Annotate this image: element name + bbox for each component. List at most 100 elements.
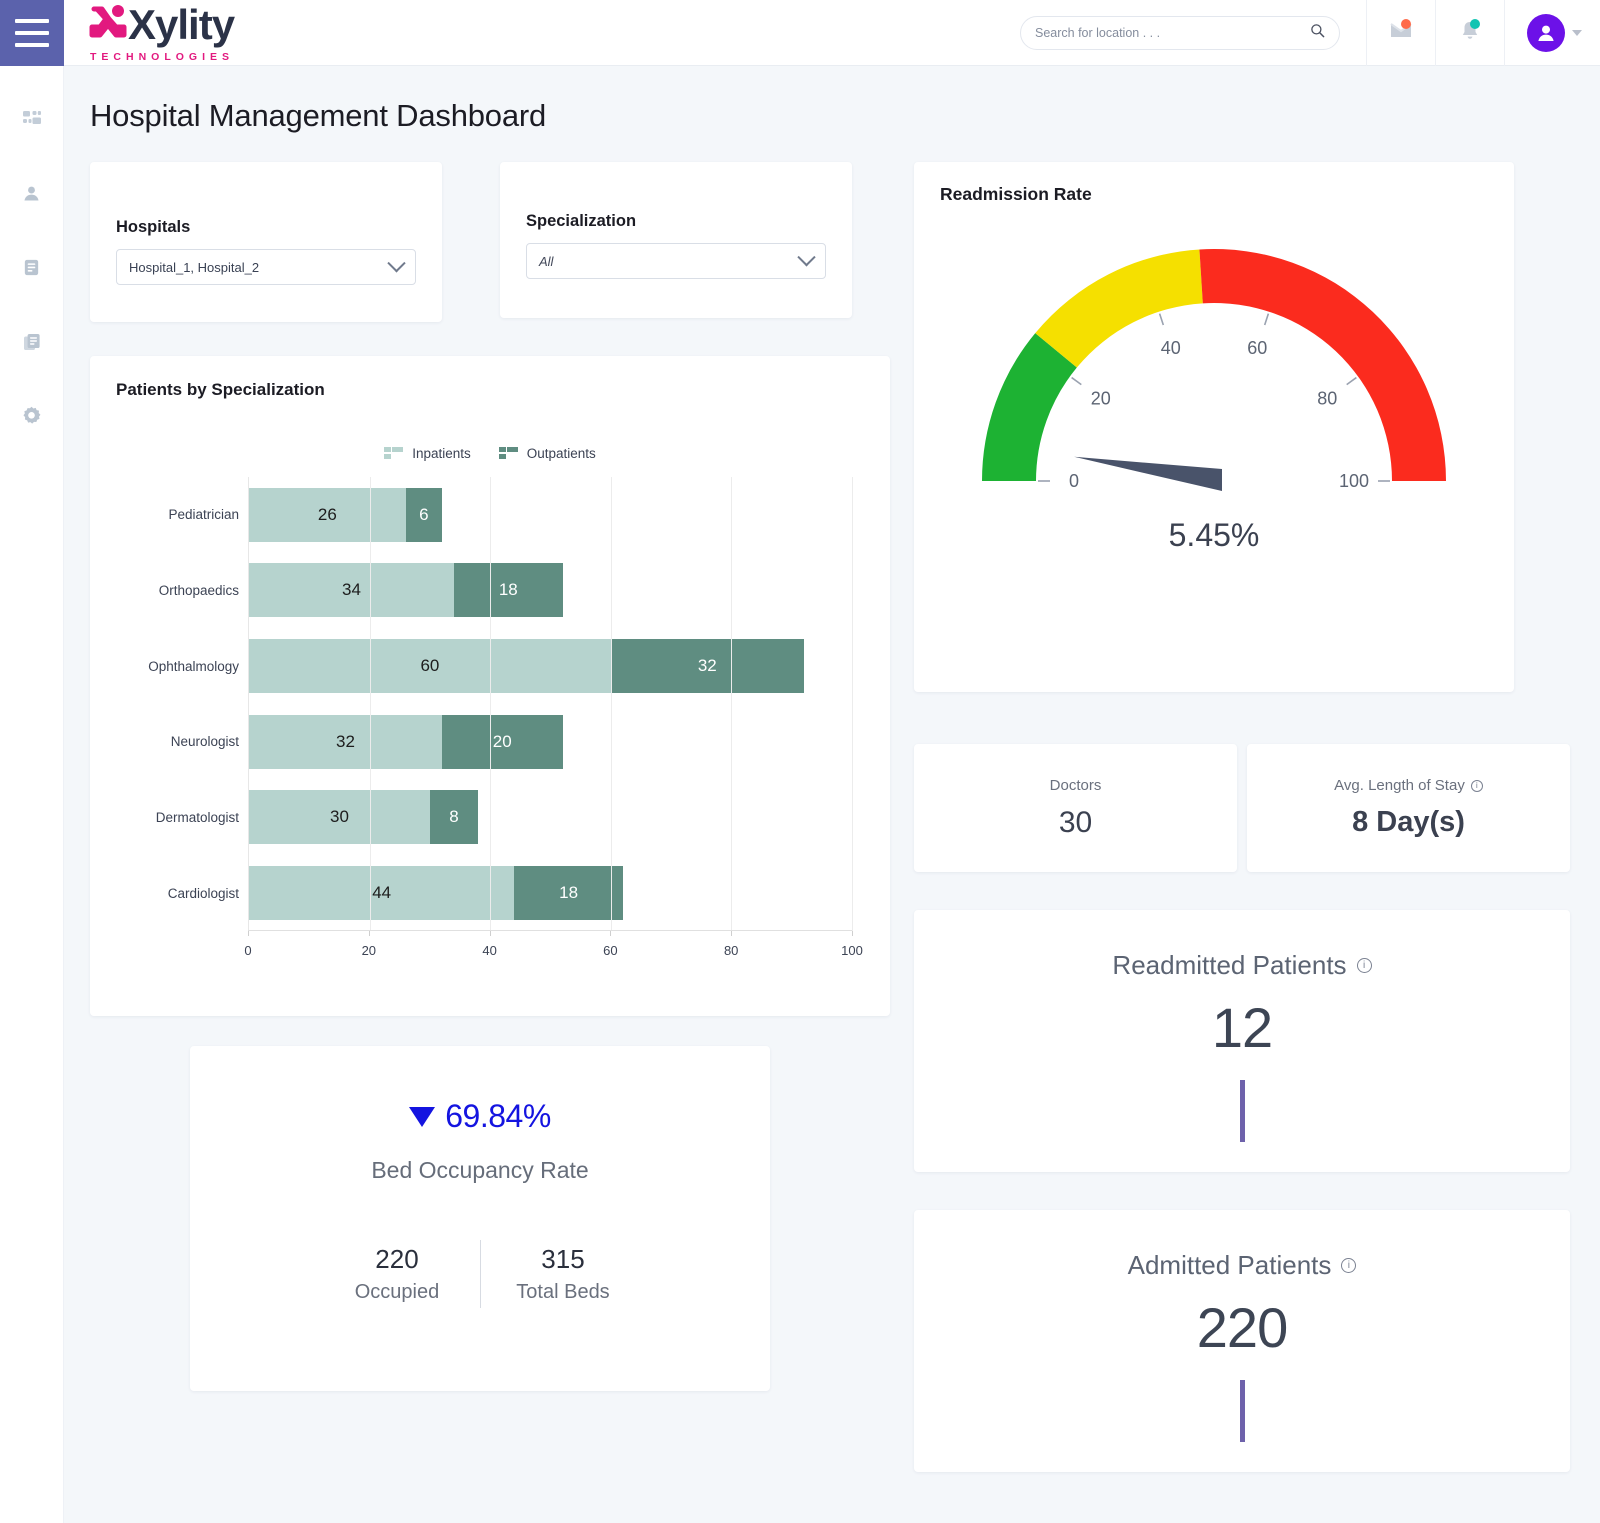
legend-label: Inpatients	[412, 446, 471, 461]
hamburger-line	[15, 42, 49, 47]
sidebar-item-dashboard[interactable]	[16, 106, 48, 138]
page-title: Hospital Management Dashboard	[90, 98, 547, 133]
legend-item[interactable]: Outpatients	[498, 446, 596, 461]
legend-label: Outpatients	[526, 446, 596, 461]
chart-title: Patients by Specialization	[116, 380, 325, 399]
x-axis-line	[248, 930, 852, 931]
bar-category-label: Orthopaedics	[158, 582, 239, 598]
admitted-patients-title: Admitted Patients	[1127, 1250, 1332, 1280]
bar-segment[interactable]: 44	[249, 866, 515, 921]
specialization-select[interactable]: All	[526, 243, 826, 279]
gridline	[369, 477, 371, 931]
gauge-needle	[1074, 456, 1222, 491]
hospitals-select-value: Hospital_1, Hospital_2	[129, 259, 260, 275]
person-icon	[22, 184, 41, 208]
chart-legend: Inpatients Outpatients	[116, 446, 864, 461]
bar-segment[interactable]: 18	[514, 866, 623, 921]
bar-row[interactable]: Pediatrician 26 6	[168, 487, 852, 542]
bar-row[interactable]: Orthopaedics 34 18	[159, 563, 852, 618]
bed-occupied-label: Occupied	[354, 1281, 440, 1303]
gridline	[731, 477, 733, 931]
sidebar-item-users[interactable]	[16, 180, 48, 212]
mail-badge	[1401, 18, 1411, 29]
x-tick-mark	[731, 931, 733, 936]
notification-badge	[1470, 18, 1480, 29]
gridline	[490, 477, 492, 931]
gauge-tick-label: 40	[1161, 338, 1181, 358]
bar-segment[interactable]: 18	[454, 563, 563, 618]
legend-item[interactable]: Inpatients	[384, 446, 471, 461]
specialization-select-value: All	[539, 253, 554, 269]
bar-segment[interactable]: 26	[249, 487, 406, 542]
page-content: Hospital Management Dashboard Hospitals …	[64, 66, 1600, 1523]
x-tick-label: 100	[841, 943, 863, 958]
hospitals-select[interactable]: Hospital_1, Hospital_2	[116, 249, 416, 285]
chevron-down-icon[interactable]	[797, 247, 816, 266]
bar-rows: Pediatrician 26 6 Orthopaedics 34 18 Ophthalmo…	[148, 477, 852, 931]
bar-segment[interactable]: 60	[249, 639, 611, 694]
sidebar-item-reports[interactable]	[16, 254, 48, 286]
mail-button[interactable]	[1367, 0, 1435, 66]
bar-row[interactable]: Dermatologist 30 8	[156, 790, 852, 845]
chevron-down-icon[interactable]	[1572, 29, 1582, 36]
x-tick-label: 60	[603, 943, 618, 958]
dashboard-grid: Hospitals Hospital_1, Hospital_2 Special…	[90, 162, 1570, 1472]
bar-segment[interactable]: 8	[429, 790, 479, 845]
bar-segment[interactable]: 6	[405, 487, 442, 542]
bar-segment[interactable]: 32	[249, 714, 442, 769]
bar-row[interactable]: Neurologist 32 20	[171, 714, 852, 769]
hamburger-menu-icon[interactable]	[0, 0, 64, 66]
right-column: Readmission Rate 0 20 40 60 80 100 5.45% Doct…	[914, 162, 1570, 1472]
search-box[interactable]	[1020, 15, 1340, 50]
filters-row: Hospitals Hospital_1, Hospital_2 Special…	[90, 162, 890, 322]
bar-segment[interactable]: 34	[249, 563, 455, 618]
avg-length-of-stay-label-row: Avg. Length of Stay i	[1334, 777, 1483, 794]
x-tick-label: 0	[244, 943, 252, 958]
bar-segment[interactable]: 20	[441, 714, 563, 769]
gauge-tick-mark	[1263, 313, 1270, 326]
bar-category-label: Pediatrician	[168, 507, 239, 523]
x-tick-mark	[610, 931, 612, 936]
gear-icon	[22, 406, 41, 430]
gauge-tick-label: 20	[1091, 389, 1111, 409]
readmission-rate-title: Readmission Rate	[940, 184, 1092, 204]
bar-row[interactable]: Cardiologist 44 18	[168, 866, 852, 921]
user-menu[interactable]	[1505, 13, 1600, 52]
gauge-tick-mark	[1158, 313, 1165, 326]
bed-occupancy-percent: 69.84%	[445, 1098, 551, 1134]
info-circle-icon[interactable]: i	[1356, 958, 1372, 973]
bar-category-label: Neurologist	[170, 734, 239, 750]
x-tick-label: 80	[723, 943, 739, 958]
gridline	[610, 477, 612, 931]
bar-segment[interactable]: 32	[610, 639, 804, 694]
gauge-tick-mark	[1071, 376, 1082, 386]
admitted-patients-bar	[1239, 1380, 1245, 1442]
gauge-tick-label: 60	[1247, 338, 1267, 358]
doctors-kpi-card: Doctors 30	[914, 744, 1237, 872]
info-circle-icon[interactable]: i	[1341, 1258, 1357, 1273]
triangle-down-icon	[409, 1106, 436, 1127]
search-input[interactable]	[1035, 25, 1310, 40]
bed-occupancy-stats: 220 Occupied 315 Total Beds	[190, 1240, 770, 1308]
avg-length-of-stay-label: Avg. Length of Stay	[1334, 777, 1465, 794]
x-tick-label: 40	[482, 943, 497, 958]
x-tick-mark	[368, 931, 370, 936]
bar-row[interactable]: Ophthalmology 60 32	[148, 639, 852, 694]
brand-logo[interactable]: Xylity TECHNOLOGIES	[64, 3, 235, 63]
sidebar-item-documents[interactable]	[16, 328, 48, 360]
specialization-filter-card: Specialization All	[500, 162, 852, 318]
sidebar-item-settings[interactable]	[16, 402, 48, 434]
chevron-down-icon[interactable]	[387, 253, 406, 272]
bed-total-stat: 315 Total Beds	[481, 1244, 646, 1304]
x-tick-label: 20	[361, 943, 377, 958]
info-circle-icon[interactable]: i	[1470, 779, 1483, 792]
hamburger-line	[15, 18, 49, 23]
bed-occupancy-title: Bed Occupancy Rate	[371, 1157, 589, 1183]
legend-swatch-icon	[384, 447, 404, 460]
notifications-button[interactable]	[1436, 0, 1504, 66]
readmitted-patients-value: 12	[1211, 996, 1273, 1059]
bar-segment[interactable]: 30	[249, 790, 430, 845]
search-icon[interactable]	[1310, 23, 1325, 43]
bed-occupied-value: 220	[375, 1244, 419, 1274]
plot-area: Pediatrician 26 6 Orthopaedics 34 18 Ophthalmo…	[148, 477, 853, 931]
